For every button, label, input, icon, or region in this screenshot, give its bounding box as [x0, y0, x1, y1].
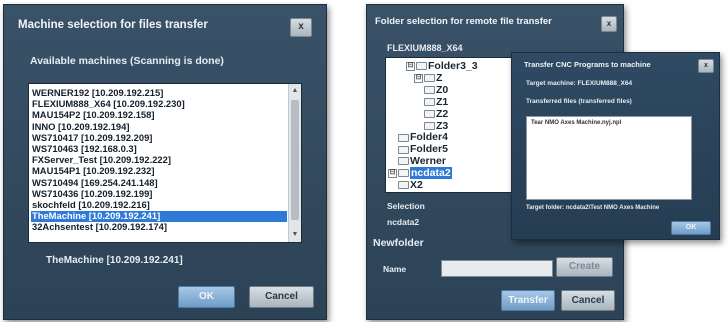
- tree-node[interactable]: ⊟ ncdata2: [388, 167, 452, 180]
- selection-value: ncdata2: [387, 217, 420, 227]
- ok-button-label: OK: [199, 291, 214, 302]
- machine-name-label: FLEXIUM888_X64: [387, 43, 463, 53]
- tree-node-label: Z2: [436, 107, 449, 120]
- tree-node-label: Z3: [436, 119, 449, 132]
- cancel-button[interactable]: Cancel: [249, 286, 314, 308]
- selected-machine-label: TheMachine [10.209.192.241]: [46, 255, 183, 266]
- transfer-ok-button-label: OK: [685, 224, 697, 231]
- tree-node-label: Z0: [436, 83, 449, 96]
- target-machine-label: Target machine: FLEXIUM888_X64: [526, 80, 633, 87]
- folder-icon: [424, 121, 435, 130]
- machine-selection-dialog: Machine selection for files transfer x A…: [3, 4, 327, 320]
- tree-node[interactable]: ⊟ Folder3_3: [406, 60, 478, 72]
- tree-node-label: Z: [436, 71, 443, 84]
- scroll-down-icon[interactable]: ▼: [289, 230, 301, 240]
- create-button[interactable]: Create: [556, 257, 613, 277]
- transferred-files-box[interactable]: Tear NMO Axes Machine.nyj.npl: [526, 116, 692, 200]
- tree-node[interactable]: Z1: [424, 96, 448, 108]
- folder-cancel-button-label: Cancel: [571, 295, 605, 306]
- tree-node-label: X2: [410, 179, 423, 191]
- tree-node[interactable]: Werner: [398, 155, 446, 167]
- machine-list-item[interactable]: WERNER192 [10.209.192.215]: [31, 87, 287, 99]
- folder-icon: [424, 86, 435, 95]
- tree-node-label: Werner: [410, 155, 446, 168]
- tree-node-label: Folder3_3: [428, 60, 478, 72]
- transfer-button[interactable]: Transfer: [501, 290, 555, 311]
- scroll-thumb[interactable]: [291, 100, 299, 220]
- machine-list[interactable]: WERNER192 [10.209.192.215] FLEXIUM888_X64…: [28, 83, 302, 243]
- machine-list-scrollbar[interactable]: ▲ ▼: [288, 84, 301, 242]
- transfer-dialog-title: Transfer CNC Programs to machine: [524, 60, 651, 69]
- machine-list-item[interactable]: FLEXIUM888_X64 [10.209.192.230]: [31, 99, 287, 110]
- machine-list-item[interactable]: FXServer_Test [10.209.192.222]: [31, 155, 287, 166]
- folder-cancel-button[interactable]: Cancel: [561, 290, 615, 311]
- folder-icon: [398, 157, 409, 166]
- machine-list-item[interactable]: INNO [10.209.192.194]: [31, 121, 287, 133]
- tree-node-label: ncdata2: [410, 167, 452, 180]
- target-folder-label: Target folder: ncdata2\Test NMO Axes Mac…: [526, 205, 660, 211]
- folder-icon: [424, 74, 435, 83]
- machine-dialog-title: Machine selection for files transfer: [18, 19, 208, 31]
- machine-list-item[interactable]: skochfeld [10.209.192.216]: [31, 199, 287, 211]
- folder-icon: [398, 133, 409, 142]
- machine-list-item[interactable]: WS710494 [169.254.241.148]: [31, 177, 287, 189]
- transfer-dialog-close-button[interactable]: x: [698, 59, 714, 73]
- cancel-button-label: Cancel: [265, 291, 298, 302]
- close-icon: x: [606, 19, 612, 28]
- tree-node[interactable]: Z0: [424, 84, 448, 96]
- tree-node-label: Folder5: [410, 143, 448, 156]
- machine-dialog-close-button[interactable]: x: [290, 18, 312, 37]
- folder-icon: [424, 97, 435, 106]
- tree-node-label: Folder4: [410, 131, 448, 144]
- close-icon: x: [704, 62, 708, 69]
- create-button-label: Create: [568, 261, 601, 272]
- folder-icon: [398, 145, 409, 154]
- transfer-button-label: Transfer: [508, 295, 548, 306]
- selection-label: Selection: [387, 201, 425, 211]
- tree-node[interactable]: Folder5: [398, 143, 448, 155]
- collapse-icon[interactable]: ⊟: [388, 168, 397, 178]
- folder-icon: [398, 169, 409, 178]
- transfer-ok-button[interactable]: OK: [671, 221, 711, 235]
- machine-list-item[interactable]: WS710463 [192.168.0.3]: [31, 143, 287, 155]
- scroll-up-icon[interactable]: ▲: [289, 86, 301, 96]
- folder-dialog-title: Folder selection for remote file transfe…: [375, 16, 552, 27]
- tree-node-label: Z1: [436, 95, 449, 108]
- newfolder-label: Newfolder: [373, 237, 424, 249]
- tree-node[interactable]: Z2: [424, 108, 448, 120]
- newfolder-name-input[interactable]: [441, 260, 553, 277]
- tree-node[interactable]: ⊟ Z: [414, 72, 442, 84]
- name-label: Name: [383, 264, 407, 274]
- folder-dialog-close-button[interactable]: x: [601, 16, 617, 32]
- tree-node[interactable]: X2: [398, 179, 423, 191]
- tree-node[interactable]: Folder4: [398, 131, 448, 143]
- machine-list-item[interactable]: TheMachine [10.209.192.241]: [31, 211, 287, 222]
- collapse-icon[interactable]: ⊟: [414, 73, 423, 83]
- close-icon: x: [298, 21, 304, 32]
- available-machines-label: Available machines (Scanning is done): [30, 55, 224, 67]
- collapse-icon[interactable]: ⊟: [406, 61, 415, 71]
- machine-list-item[interactable]: WS710436 [10.209.192.199]: [31, 188, 287, 200]
- machine-list-item[interactable]: WS710417 [10.209.192.209]: [31, 132, 287, 144]
- transferred-files-label: Transferred files (transferred files): [526, 98, 632, 105]
- machine-list-item[interactable]: 32Achsentest [10.209.192.174]: [31, 222, 287, 233]
- folder-icon: [416, 62, 427, 71]
- transfer-cnc-dialog: Transfer CNC Programs to machine x Targe…: [511, 52, 720, 240]
- folder-icon: [398, 181, 409, 190]
- ok-button[interactable]: OK: [178, 286, 235, 308]
- machine-list-item[interactable]: MAU154P2 [10.209.192.158]: [31, 110, 287, 121]
- folder-icon: [424, 109, 435, 118]
- tree-node[interactable]: Z3: [424, 120, 448, 132]
- machine-list-item[interactable]: MAU154P1 [10.209.192.232]: [31, 166, 287, 177]
